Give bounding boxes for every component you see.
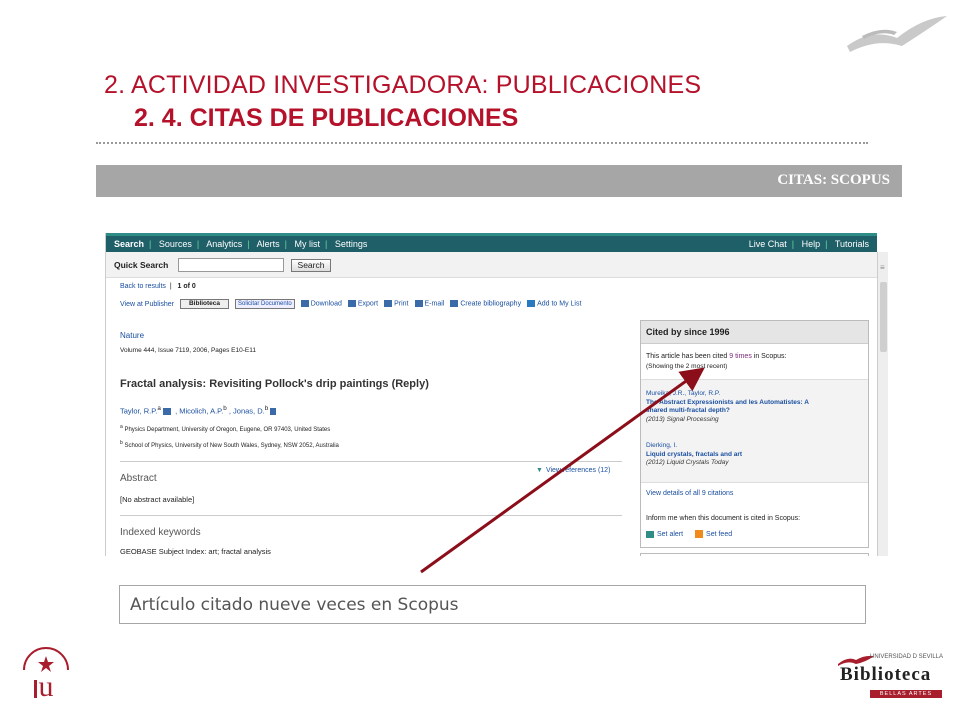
- print-icon: [384, 300, 393, 308]
- biblioteca-logo: UNIVERSIDAD D SEVILLA Biblioteca BELLAS …: [832, 652, 947, 702]
- print-link[interactable]: Print: [384, 300, 409, 308]
- quick-search-button[interactable]: Search: [291, 259, 331, 272]
- svg-text:u: u: [39, 670, 54, 703]
- divider: [120, 515, 622, 516]
- cited-by-heading: Cited by since 1996: [641, 321, 868, 344]
- view-publisher-link[interactable]: View at Publisher: [120, 301, 174, 308]
- no-abstract-text: [No abstract available]: [120, 495, 195, 504]
- create-bibliography-link[interactable]: Create bibliography: [450, 300, 521, 308]
- alert-icon: [646, 530, 654, 538]
- page-scrollbar[interactable]: ≡: [877, 252, 888, 556]
- nav-help[interactable]: Help: [802, 239, 821, 249]
- nav-settings[interactable]: Settings: [335, 239, 368, 249]
- quick-search-input[interactable]: [178, 258, 284, 272]
- nav-live-chat[interactable]: Live Chat: [749, 239, 787, 249]
- nav-search[interactable]: Search: [114, 239, 144, 249]
- slide-title: 2. ACTIVIDAD INVESTIGADORA: PUBLICACIONE…: [104, 71, 702, 99]
- download-link[interactable]: Download: [300, 300, 342, 308]
- triangle-down-icon: ▼: [536, 467, 543, 474]
- nav-tutorials[interactable]: Tutorials: [835, 239, 869, 249]
- article-title: Fractal analysis: Revisiting Pollock's d…: [120, 378, 429, 390]
- caption-box: Artículo citado nueve veces en Scopus: [119, 585, 866, 624]
- set-alert-link[interactable]: Set alert: [646, 530, 683, 538]
- journal-link[interactable]: Nature: [120, 331, 144, 340]
- author-link[interactable]: Taylor, R.P.: [120, 407, 157, 416]
- download-icon: [300, 300, 309, 308]
- affiliation-b: b School of Physics, University of New S…: [120, 440, 339, 449]
- email-icon[interactable]: [162, 408, 171, 416]
- record-toolbar: View at Publisher Biblioteca Solicitar D…: [120, 299, 581, 309]
- quick-search-label: Quick Search: [114, 260, 169, 270]
- book-logo-icon: [847, 16, 947, 52]
- university-seal-icon: u: [23, 647, 69, 703]
- set-feed-link[interactable]: Set feed: [685, 530, 732, 538]
- caption-text: Artículo citado nueve veces en Scopus: [130, 595, 459, 615]
- plus-icon: [527, 300, 536, 308]
- email-link[interactable]: E-mail: [414, 300, 444, 308]
- dotted-divider: [96, 142, 868, 144]
- add-to-list-link[interactable]: Add to My List: [527, 300, 581, 308]
- volume-info: Volume 444, Issue 7119, 2006, Pages E10-…: [120, 347, 256, 354]
- biblioteca-university: UNIVERSIDAD D SEVILLA: [870, 654, 944, 660]
- next-panel: [640, 553, 869, 556]
- author-link[interactable]: , Micolich, A.P.: [175, 407, 223, 416]
- section-bar: CITAS: SCOPUS: [96, 165, 902, 197]
- rss-icon: [695, 530, 704, 538]
- quick-search-bar: Quick Search Search: [106, 252, 877, 278]
- geobase-keywords: GEOBASE Subject Index: art; fractal anal…: [120, 547, 271, 556]
- person-icon: [270, 408, 277, 416]
- citation-item[interactable]: Dierking, I. Liquid crystals, fractals a…: [646, 442, 742, 468]
- nav-analytics[interactable]: Analytics: [206, 239, 242, 249]
- citation-item[interactable]: Mureika, J.R., Taylor, R.P. The Abstract…: [646, 390, 809, 424]
- record-nav: Back to results | 1 of 0: [120, 283, 196, 290]
- view-all-citations-link[interactable]: View details of all 9 citations: [646, 490, 733, 497]
- biblioteca-name: Biblioteca: [840, 664, 932, 685]
- record-count: 1 of 0: [177, 283, 196, 290]
- affiliation-a: a Physics Department, University of Oreg…: [120, 424, 331, 433]
- inform-text: Inform me when this document is cited in…: [646, 515, 801, 522]
- export-link[interactable]: Export: [347, 300, 378, 308]
- scroll-thumb[interactable]: [880, 282, 887, 352]
- view-references-link[interactable]: ▼ View references (12): [536, 467, 610, 474]
- citation-list: Mureika, J.R., Taylor, R.P. The Abstract…: [641, 379, 868, 483]
- cited-count-text: This article has been cited 9 times in S…: [646, 353, 787, 360]
- abstract-heading: Abstract: [120, 473, 157, 484]
- slide-subtitle: 2. 4. CITAS DE PUBLICACIONES: [134, 104, 519, 132]
- author-link[interactable]: , Jonas, D.: [229, 407, 265, 416]
- cited-by-panel: Cited by since 1996 This article has bee…: [640, 320, 869, 548]
- section-label: CITAS: SCOPUS: [777, 172, 890, 188]
- nav-my-list[interactable]: My list: [295, 239, 321, 249]
- scopus-screenshot: Search | Sources | Analytics | Alerts | My l…: [105, 233, 888, 556]
- indexed-keywords-heading: Indexed keywords: [120, 527, 201, 538]
- back-to-results-link[interactable]: Back to results: [120, 283, 166, 290]
- showing-text: (Showing the 2 most recent): [646, 363, 728, 370]
- scopus-navbar: Search | Sources | Analytics | Alerts | My l…: [106, 233, 877, 252]
- author-list: Taylor, R.P.a , Micolich, A.P.b , Jonas,…: [120, 405, 278, 416]
- divider: [120, 461, 622, 462]
- bibliography-icon: [450, 300, 459, 308]
- email-icon: [414, 300, 423, 308]
- alert-links: Set alert Set feed: [646, 530, 732, 538]
- solicitar-documento-button[interactable]: Solicitar Documento: [235, 299, 295, 309]
- nav-sources[interactable]: Sources: [159, 239, 192, 249]
- biblioteca-dept: BELLAS ARTES: [870, 690, 942, 698]
- export-icon: [347, 300, 356, 308]
- scroll-grip-icon: ≡: [880, 263, 885, 272]
- nav-alerts[interactable]: Alerts: [257, 239, 280, 249]
- biblioteca-button[interactable]: Biblioteca: [179, 299, 230, 309]
